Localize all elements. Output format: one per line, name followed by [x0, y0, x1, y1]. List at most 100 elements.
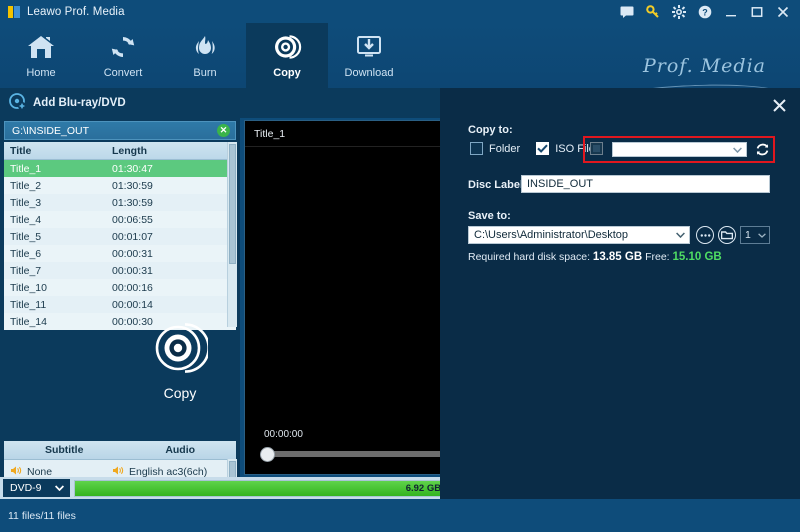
table-row[interactable]: Title_2 01:30:59: [4, 177, 236, 194]
folder-checkbox[interactable]: [470, 142, 483, 155]
save-to-select[interactable]: C:\Users\Administrator\Desktop: [468, 226, 690, 244]
preview-seek-handle[interactable]: [260, 447, 275, 462]
nav-item-convert[interactable]: Convert: [82, 23, 164, 88]
maximize-icon[interactable]: [744, 0, 770, 23]
required-space-value: 13.85 GB: [592, 251, 643, 263]
required-space-label: Required hard disk space:: [468, 251, 590, 263]
disc-label-label: Disc Label:: [468, 179, 527, 191]
flame-icon: [190, 30, 220, 64]
column-header-length: Length: [112, 144, 147, 157]
cell-title: Title_11: [10, 298, 47, 311]
track-table-header: Subtitle Audio: [4, 441, 236, 460]
cell-length: 00:00:31: [112, 264, 153, 277]
panel-close-icon[interactable]: [768, 94, 790, 116]
nav-item-home[interactable]: Home: [0, 23, 82, 88]
iso-file-checkbox[interactable]: [536, 142, 550, 155]
cell-length: 00:01:07: [112, 230, 153, 243]
cell-length: 01:30:59: [112, 179, 153, 192]
source-tab[interactable]: G:\INSIDE_OUT ✕: [4, 121, 236, 140]
cell-audio: English ac3(6ch): [129, 465, 208, 478]
add-disc-icon: [9, 93, 26, 113]
source-tab-label: G:\INSIDE_OUT: [12, 124, 90, 137]
table-row[interactable]: Title_1 01:30:47: [4, 160, 236, 177]
copy-action-button[interactable]: Copy: [0, 320, 360, 401]
nav-item-download[interactable]: Download: [328, 23, 410, 88]
preview-title: Title_1: [254, 127, 286, 140]
home-icon: [26, 30, 56, 64]
capacity-fill: [75, 480, 453, 496]
add-bluray-dvd-label: Add Blu-ray/DVD: [33, 97, 126, 109]
status-bar: 11 files/11 files: [0, 499, 800, 532]
disc-label-input[interactable]: INSIDE_OUT: [521, 175, 770, 193]
chevron-down-icon: [758, 229, 766, 241]
free-space-value: 15.10 GB: [672, 251, 722, 263]
nav-item-copy[interactable]: Copy: [246, 23, 328, 88]
application-window: Leawo Prof. Media ? Home Convert Burn Co…: [0, 0, 800, 532]
browse-more-button[interactable]: [696, 226, 714, 244]
cell-length: 01:30:59: [112, 196, 153, 209]
window-controls: ?: [614, 0, 800, 23]
feedback-icon[interactable]: [614, 0, 640, 23]
close-icon[interactable]: [770, 0, 796, 23]
table-row[interactable]: Title_3 01:30:59: [4, 194, 236, 211]
minimize-icon[interactable]: [718, 0, 744, 23]
cell-length: 00:06:55: [112, 213, 153, 226]
disc-type-value: DVD-9: [10, 482, 42, 494]
open-folder-button[interactable]: [718, 226, 736, 244]
status-text: 11 files/11 files: [8, 509, 76, 522]
source-close-icon[interactable]: ✕: [217, 124, 230, 137]
copy-to-label: Copy to:: [468, 124, 513, 136]
nav-item-label: Home: [26, 67, 56, 79]
nav-item-label: Download: [344, 67, 394, 79]
copies-count-select[interactable]: 1: [740, 226, 770, 244]
table-row[interactable]: Title_6 00:00:31: [4, 245, 236, 262]
gear-icon[interactable]: [666, 0, 692, 23]
app-title: Leawo Prof. Media: [27, 5, 125, 18]
refresh-drive-icon[interactable]: [754, 141, 770, 157]
save-to-value: C:\Users\Administrator\Desktop: [474, 229, 629, 241]
nav-item-label: Burn: [193, 67, 217, 79]
disc-type-select[interactable]: DVD-9: [3, 479, 70, 497]
cell-title: Title_5: [10, 230, 42, 243]
save-to-label: Save to:: [468, 210, 511, 222]
key-icon[interactable]: [640, 0, 666, 23]
drive-select[interactable]: [612, 142, 747, 157]
help-icon[interactable]: ?: [692, 0, 718, 23]
folder-label: Folder: [489, 142, 521, 155]
preview-title-bar: Title_1: [245, 121, 457, 147]
add-bluray-dvd-button[interactable]: Add Blu-ray/DVD: [9, 93, 126, 113]
table-row[interactable]: Title_11 00:00:14: [4, 296, 236, 313]
cell-title: Title_2: [10, 179, 42, 192]
cell-title: Title_4: [10, 213, 42, 226]
preview-seek-track[interactable]: [265, 451, 443, 457]
table-row[interactable]: Title_7 00:00:31: [4, 262, 236, 279]
column-header-audio: Audio: [165, 444, 196, 456]
nav-item-label: Copy: [273, 67, 301, 79]
chevron-down-icon: [676, 229, 685, 241]
copy-action-label: Copy: [163, 385, 197, 401]
capacity-meter: 6.92 GB/7: [74, 479, 454, 497]
svg-text:?: ?: [702, 7, 708, 17]
convert-icon: [108, 30, 138, 64]
drive-checkbox[interactable]: [590, 142, 603, 155]
title-list-scrollbar[interactable]: [227, 142, 237, 327]
video-preview[interactable]: Title_1 00:00:00: [244, 120, 458, 475]
disc-icon: [272, 30, 302, 64]
cell-title: Title_3: [10, 196, 42, 209]
main-navigation: Home Convert Burn Copy Download Prof. Me…: [0, 23, 800, 102]
disc-capacity-bar: DVD-9 6.92 GB/7: [0, 477, 462, 499]
column-header-subtitle: Subtitle: [44, 444, 84, 456]
nav-item-burn[interactable]: Burn: [164, 23, 246, 88]
app-logo-icon: [8, 5, 21, 18]
free-space-label: Free:: [645, 251, 670, 263]
cell-subtitle: None: [27, 465, 53, 478]
table-row[interactable]: Title_5 00:01:07: [4, 228, 236, 245]
preview-timecode: 00:00:00: [264, 429, 303, 440]
table-row[interactable]: Title_4 00:06:55: [4, 211, 236, 228]
copy-disc-icon: [152, 320, 210, 379]
copies-value: 1: [745, 229, 751, 241]
cell-title: Title_10: [10, 281, 47, 294]
chevron-down-icon: [733, 144, 742, 156]
column-header-title: Title: [10, 144, 32, 157]
table-row[interactable]: Title_10 00:00:16: [4, 279, 236, 296]
